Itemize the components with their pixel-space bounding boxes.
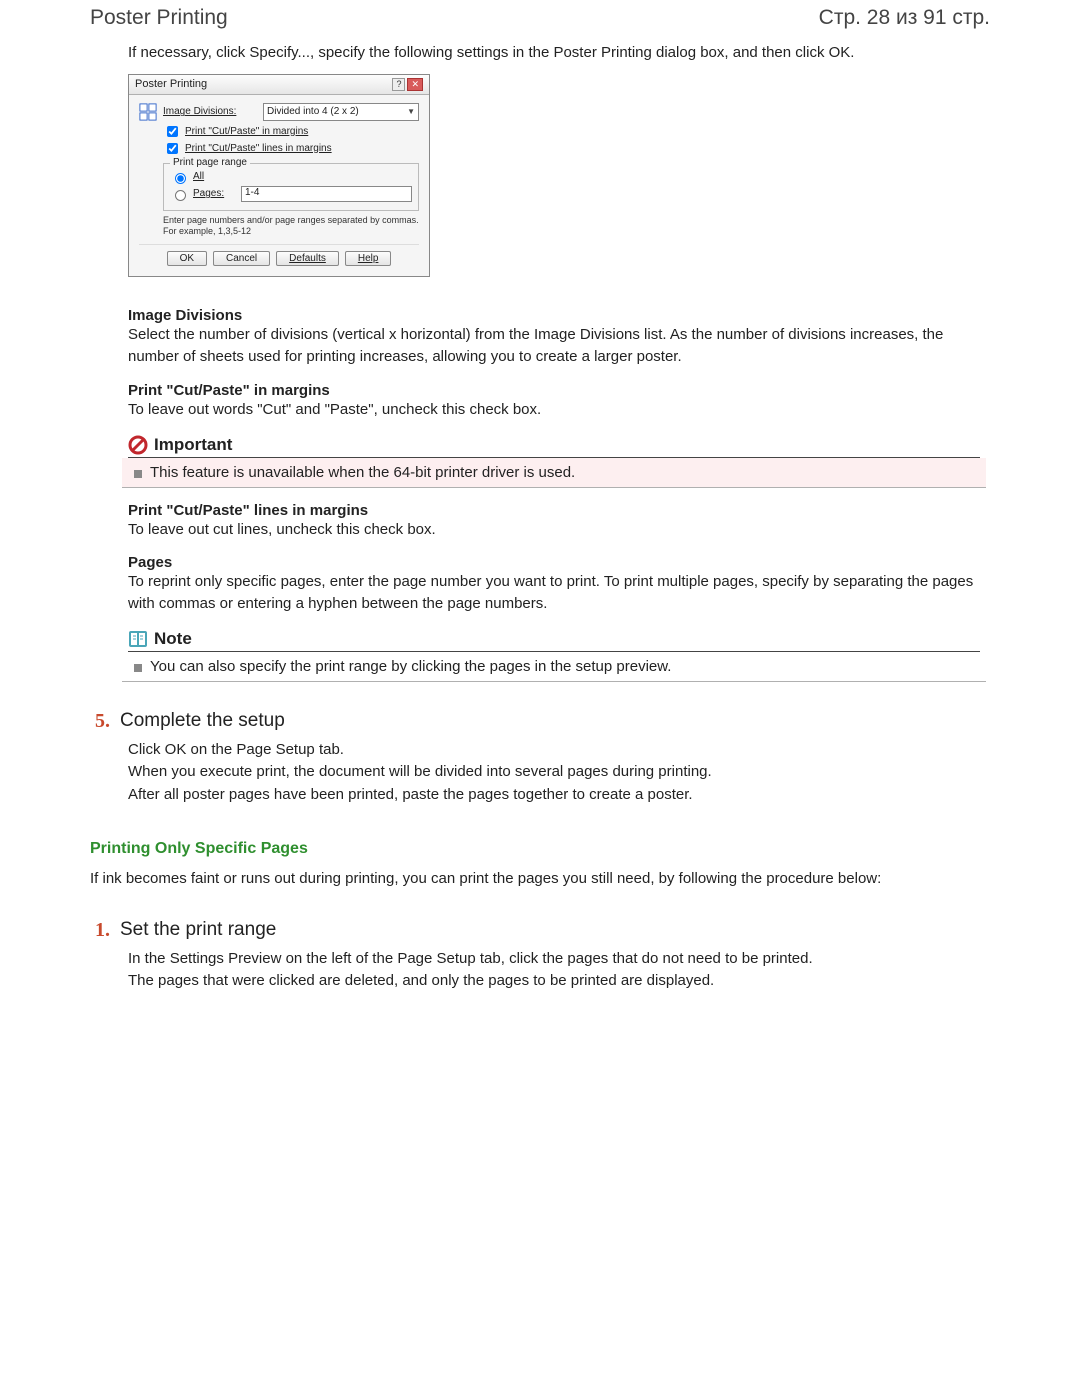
- intro-text: If necessary, click Specify..., specify …: [128, 42, 980, 64]
- pages-hint: Enter page numbers and/or page ranges se…: [163, 215, 419, 237]
- radio-all[interactable]: All: [170, 170, 412, 184]
- print-cutpaste-lines-checkbox[interactable]: Print "Cut/Paste" lines in margins: [163, 140, 419, 157]
- step-1-title: Set the print range: [120, 919, 276, 941]
- pages-input[interactable]: 1-4: [241, 186, 412, 202]
- step-5-line-1: Click OK on the Page Setup tab.: [128, 739, 990, 762]
- important-text: This feature is unavailable when the 64-…: [150, 464, 575, 481]
- section-printing-specific-pages: Printing Only Specific Pages: [90, 840, 990, 858]
- opt-cutpaste-lines-title: Print "Cut/Paste" lines in margins: [128, 502, 980, 519]
- prohibit-icon: [128, 435, 148, 455]
- step-number-1: 1.: [90, 919, 110, 942]
- important-title: Important: [154, 435, 232, 455]
- opt-cutpaste-margins-body: To leave out words "Cut" and "Paste", un…: [128, 399, 980, 421]
- page-counter: Стр. 28 из 91 стр.: [819, 6, 990, 30]
- step-1-line-1: In the Settings Preview on the left of t…: [128, 948, 990, 971]
- step-1-line-2: The pages that were clicked are deleted,…: [128, 970, 990, 993]
- ok-button[interactable]: OK: [167, 251, 207, 266]
- radio-pages[interactable]: Pages: 1-4: [170, 186, 412, 202]
- divisions-select[interactable]: Divided into 4 (2 x 2) ▼: [263, 103, 419, 121]
- bullet-icon: [134, 664, 142, 672]
- step-5-line-3: After all poster pages have been printed…: [128, 784, 990, 807]
- important-callout: Important This feature is unavailable wh…: [122, 433, 986, 488]
- radio-all-label: All: [193, 171, 204, 182]
- note-icon: [128, 629, 148, 649]
- chevron-down-icon: ▼: [407, 107, 415, 116]
- help-button[interactable]: Help: [345, 251, 392, 266]
- print-cutpaste-label: Print "Cut/Paste" in margins: [185, 126, 308, 137]
- opt-image-divisions-title: Image Divisions: [128, 307, 980, 324]
- dialog-title: Poster Printing: [135, 78, 207, 90]
- defaults-button[interactable]: Defaults: [276, 251, 339, 266]
- poster-icon: [139, 103, 157, 121]
- divisions-label: Image Divisions:: [163, 106, 263, 117]
- note-text: You can also specify the print range by …: [150, 658, 671, 675]
- page-title: Poster Printing: [90, 6, 228, 30]
- note-callout: Note You can also specify the print rang…: [122, 627, 986, 682]
- help-icon[interactable]: ?: [392, 78, 405, 91]
- print-cutpaste-checkbox[interactable]: Print "Cut/Paste" in margins: [163, 123, 419, 140]
- opt-cutpaste-margins-title: Print "Cut/Paste" in margins: [128, 382, 980, 399]
- opt-pages-title: Pages: [128, 554, 980, 571]
- step-5-line-2: When you execute print, the document wil…: [128, 761, 990, 784]
- print-cutpaste-lines-label: Print "Cut/Paste" lines in margins: [185, 143, 332, 154]
- opt-image-divisions-body: Select the number of divisions (vertical…: [128, 324, 980, 368]
- poster-printing-dialog: Poster Printing ? ✕ Image Divisions: Div…: [128, 74, 430, 278]
- radio-pages-label: Pages:: [193, 188, 237, 199]
- step-5-title: Complete the setup: [120, 710, 285, 732]
- print-page-range-group: Print page range: [170, 157, 250, 168]
- step-number-5: 5.: [90, 710, 110, 733]
- divisions-value: Divided into 4 (2 x 2): [267, 106, 359, 117]
- note-title: Note: [154, 629, 192, 649]
- cancel-button[interactable]: Cancel: [213, 251, 270, 266]
- opt-cutpaste-lines-body: To leave out cut lines, uncheck this che…: [128, 519, 980, 541]
- opt-pages-body: To reprint only specific pages, enter th…: [128, 571, 980, 615]
- bullet-icon: [134, 470, 142, 478]
- close-icon[interactable]: ✕: [407, 78, 423, 91]
- section-intro: If ink becomes faint or runs out during …: [90, 868, 990, 891]
